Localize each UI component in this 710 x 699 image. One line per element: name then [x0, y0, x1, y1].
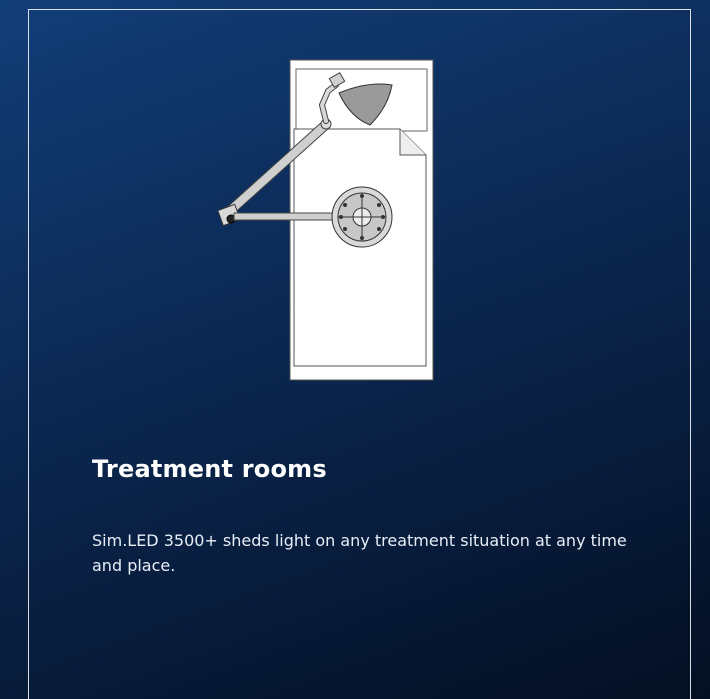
lamp-led-dot: [360, 236, 364, 240]
lamp-led-dot: [381, 215, 385, 219]
bed-mattress: [293, 128, 427, 367]
lamp-arm-lower: [233, 212, 339, 221]
lamp-led-dot: [360, 194, 364, 198]
lamp-led-dot: [343, 227, 347, 231]
section-description: Sim.LED 3500+ sheds light on any treatme…: [92, 531, 627, 575]
section-heading: Treatment rooms: [92, 455, 327, 483]
treatment-room-illustration: [217, 59, 434, 381]
lamp-led-dot: [339, 215, 343, 219]
lamp-led-dot: [377, 227, 381, 231]
lamp-led-dot: [343, 203, 347, 207]
lamp-led-dot: [377, 203, 381, 207]
